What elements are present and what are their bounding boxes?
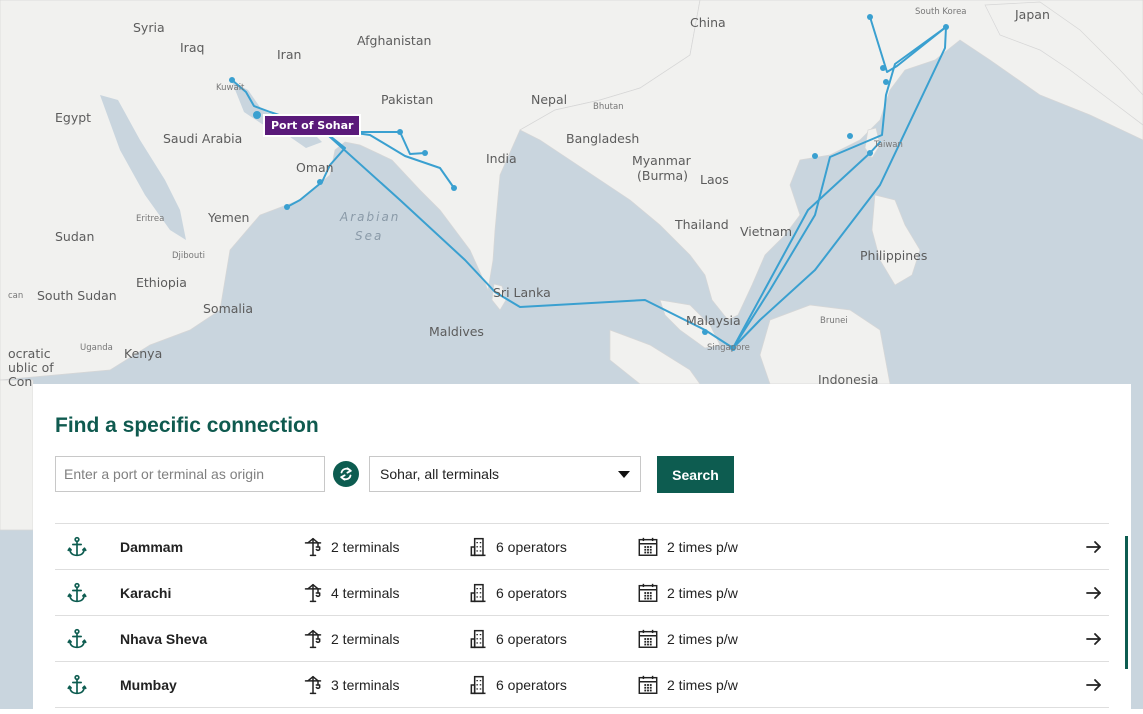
port-name: Mumbay [120, 676, 177, 693]
map-label: can [8, 291, 24, 301]
port-name: Dammam [120, 538, 184, 555]
calendar-icon [638, 537, 658, 556]
arrow-right-icon[interactable] [1085, 585, 1103, 601]
map-label: Yemen [208, 210, 250, 225]
map-label: China [690, 15, 726, 30]
connection-list: Dammam 2 terminals 6 operators 2 times p… [55, 523, 1109, 708]
terminal-count: 2 terminals [331, 538, 400, 555]
map-label: Saudi Arabia [163, 131, 243, 146]
map-label: Ethiopia [136, 275, 187, 290]
map-label: Myanmar [632, 153, 691, 168]
panel-title: Find a specific connection [55, 414, 319, 437]
chevron-down-icon [618, 470, 630, 478]
connection-row[interactable]: Karachi 4 terminals 6 operators 2 times … [55, 569, 1109, 615]
map-label: Syria [133, 20, 165, 35]
map-label: Iran [277, 47, 302, 62]
map-label: South Korea [915, 7, 967, 17]
operator-count: 6 operators [496, 538, 567, 555]
sailing-frequency: 2 times p/w [667, 676, 738, 693]
land-southwest-strip [0, 379, 34, 531]
sailing-frequency: 2 times p/w [667, 538, 738, 555]
map-label: ublic of [8, 360, 54, 375]
origin-input[interactable] [55, 456, 325, 492]
map-label: Taiwan [874, 140, 903, 150]
map-label: Sudan [55, 229, 95, 244]
calendar-icon [638, 629, 658, 648]
map-label: Oman [296, 160, 334, 175]
building-icon [470, 537, 486, 556]
port-tooltip: Port of Sohar [263, 114, 362, 137]
terminal-count: 2 terminals [331, 630, 400, 647]
operator-count: 6 operators [496, 676, 567, 693]
connection-finder-panel: Find a specific connection Sohar, all te… [33, 384, 1131, 709]
arrow-right-icon[interactable] [1085, 677, 1103, 693]
building-icon [470, 583, 486, 602]
port-name: Karachi [120, 584, 172, 601]
crane-icon [304, 537, 322, 556]
map-label: Kuwait [216, 83, 245, 93]
sea-label: Sea [355, 229, 384, 243]
anchor-icon [67, 674, 87, 696]
anchor-icon [67, 536, 87, 558]
sailing-frequency: 2 times p/w [667, 584, 738, 601]
calendar-icon [638, 583, 658, 602]
arrow-right-icon[interactable] [1085, 539, 1103, 555]
swap-icon [340, 467, 352, 481]
port-name: Nhava Sheva [120, 630, 208, 647]
anchor-icon [67, 628, 87, 650]
map-label: Somalia [203, 301, 254, 316]
map-label: Bangladesh [566, 131, 640, 146]
map-label: India [486, 151, 517, 166]
map-label: Pakistan [381, 92, 434, 107]
map-label: ocratic [8, 346, 51, 361]
map-label: Singapore [707, 343, 750, 353]
building-icon [470, 675, 486, 694]
destination-value: Sohar, all terminals [380, 466, 500, 482]
connection-row[interactable]: Dammam 2 terminals 6 operators 2 times p… [55, 523, 1109, 569]
map-label: Eritrea [136, 214, 165, 224]
sailing-frequency: 2 times p/w [667, 630, 738, 647]
terminal-count: 3 terminals [331, 676, 400, 693]
swap-button[interactable] [333, 461, 359, 487]
map-label: Vietnam [740, 224, 793, 239]
arrow-right-icon[interactable] [1085, 631, 1103, 647]
map-label: Brunei [820, 316, 848, 326]
map-label: Japan [1015, 7, 1050, 22]
destination-select[interactable]: Sohar, all terminals [369, 456, 641, 492]
operator-count: 6 operators [496, 630, 567, 647]
map-label: Bhutan [593, 102, 624, 112]
sea-label: Arabian [340, 210, 401, 224]
map-label: South Sudan [37, 288, 117, 303]
map-label: (Burma) [637, 168, 689, 183]
map-label: Con [8, 374, 33, 389]
anchor-icon [67, 582, 87, 604]
map-label: Maldives [429, 324, 484, 339]
map-label: Egypt [55, 110, 92, 125]
map-label: Afghanistan [357, 33, 432, 48]
connection-row[interactable]: Mumbay 3 terminals 6 operators 2 times p… [55, 661, 1109, 708]
map-label: Laos [700, 172, 729, 187]
map-label: Philippines [860, 248, 928, 263]
terminal-count: 4 terminals [331, 584, 400, 601]
map-label: Sri Lanka [493, 285, 551, 300]
search-button[interactable]: Search [657, 456, 734, 493]
map-label: Djibouti [172, 251, 205, 261]
map-label: Iraq [180, 40, 205, 55]
map-label: Kenya [124, 346, 163, 361]
crane-icon [304, 583, 322, 602]
scrollbar[interactable] [1125, 536, 1128, 669]
building-icon [470, 629, 486, 648]
map-label: Uganda [80, 343, 113, 353]
calendar-icon [638, 675, 658, 694]
operator-count: 6 operators [496, 584, 567, 601]
crane-icon [304, 629, 322, 648]
connection-row[interactable]: Nhava Sheva 2 terminals 6 operators 2 ti… [55, 615, 1109, 661]
crane-icon [304, 675, 322, 694]
map-label: Nepal [531, 92, 568, 107]
map-label: Malaysia [686, 313, 741, 328]
map-label: Thailand [675, 217, 729, 232]
